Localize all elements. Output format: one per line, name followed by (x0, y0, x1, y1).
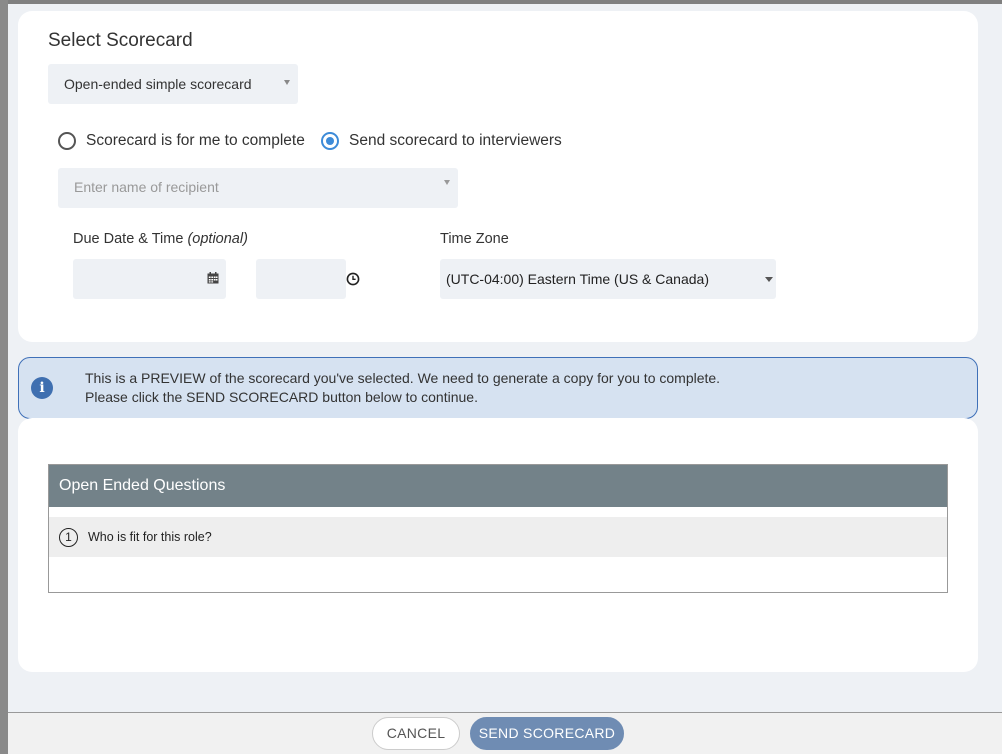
calendar-icon[interactable] (207, 272, 219, 284)
recipient-input[interactable]: Enter name of recipient (58, 168, 458, 208)
scorecard-select[interactable]: Open-ended simple scorecard (48, 64, 298, 104)
scorecard-preview-card: Open Ended Questions 1 Who is fit for th… (18, 418, 978, 672)
scorecard-modal: Select Scorecard Open-ended simple score… (8, 4, 1002, 754)
question-row: 1 Who is fit for this role? (49, 517, 947, 557)
clock-icon[interactable] (346, 272, 360, 286)
info-icon: i (31, 377, 53, 399)
questions-header: Open Ended Questions (49, 465, 947, 507)
questions-table: Open Ended Questions 1 Who is fit for th… (48, 464, 948, 593)
chevron-down-icon (284, 80, 290, 85)
modal-footer: CANCEL SEND SCORECARD (8, 712, 1002, 754)
due-date-label-text: Due Date & Time (73, 231, 184, 247)
question-text: Who is fit for this role? (88, 530, 212, 544)
page-title: Select Scorecard (48, 30, 193, 51)
chevron-down-icon (444, 180, 450, 185)
due-date-label: Due Date & Time (optional) (73, 231, 248, 247)
time-zone-value: (UTC-04:00) Eastern Time (US & Canada) (446, 271, 709, 287)
cancel-button[interactable]: CANCEL (372, 717, 460, 750)
backdrop-edge (0, 0, 8, 754)
preview-info-banner: i This is a PREVIEW of the scorecard you… (18, 357, 978, 419)
radio-self-complete[interactable]: Scorecard is for me to complete (58, 131, 305, 151)
due-date-input[interactable] (73, 259, 226, 299)
time-zone-select[interactable]: (UTC-04:00) Eastern Time (US & Canada) (440, 259, 776, 299)
recipient-placeholder: Enter name of recipient (74, 179, 219, 195)
send-scorecard-button[interactable]: SEND SCORECARD (470, 717, 624, 750)
radio-send-interviewers[interactable]: Send scorecard to interviewers (321, 131, 562, 151)
chevron-down-icon (765, 277, 773, 282)
scorecard-select-value: Open-ended simple scorecard (64, 76, 252, 92)
info-line-1: This is a PREVIEW of the scorecard you'v… (85, 370, 721, 386)
info-line-2: Please click the SEND SCORECARD button b… (85, 389, 478, 405)
due-time-input[interactable] (256, 259, 346, 299)
scorecard-settings-card: Select Scorecard Open-ended simple score… (18, 11, 978, 342)
due-date-optional-text: (optional) (187, 231, 248, 247)
radio-self-complete-label: Scorecard is for me to complete (86, 132, 305, 149)
radio-self-complete-button[interactable] (58, 132, 76, 150)
radio-send-interviewers-label: Send scorecard to interviewers (349, 132, 562, 149)
question-number: 1 (59, 527, 78, 547)
radio-send-interviewers-button[interactable] (321, 132, 339, 150)
time-zone-label: Time Zone (440, 231, 509, 247)
